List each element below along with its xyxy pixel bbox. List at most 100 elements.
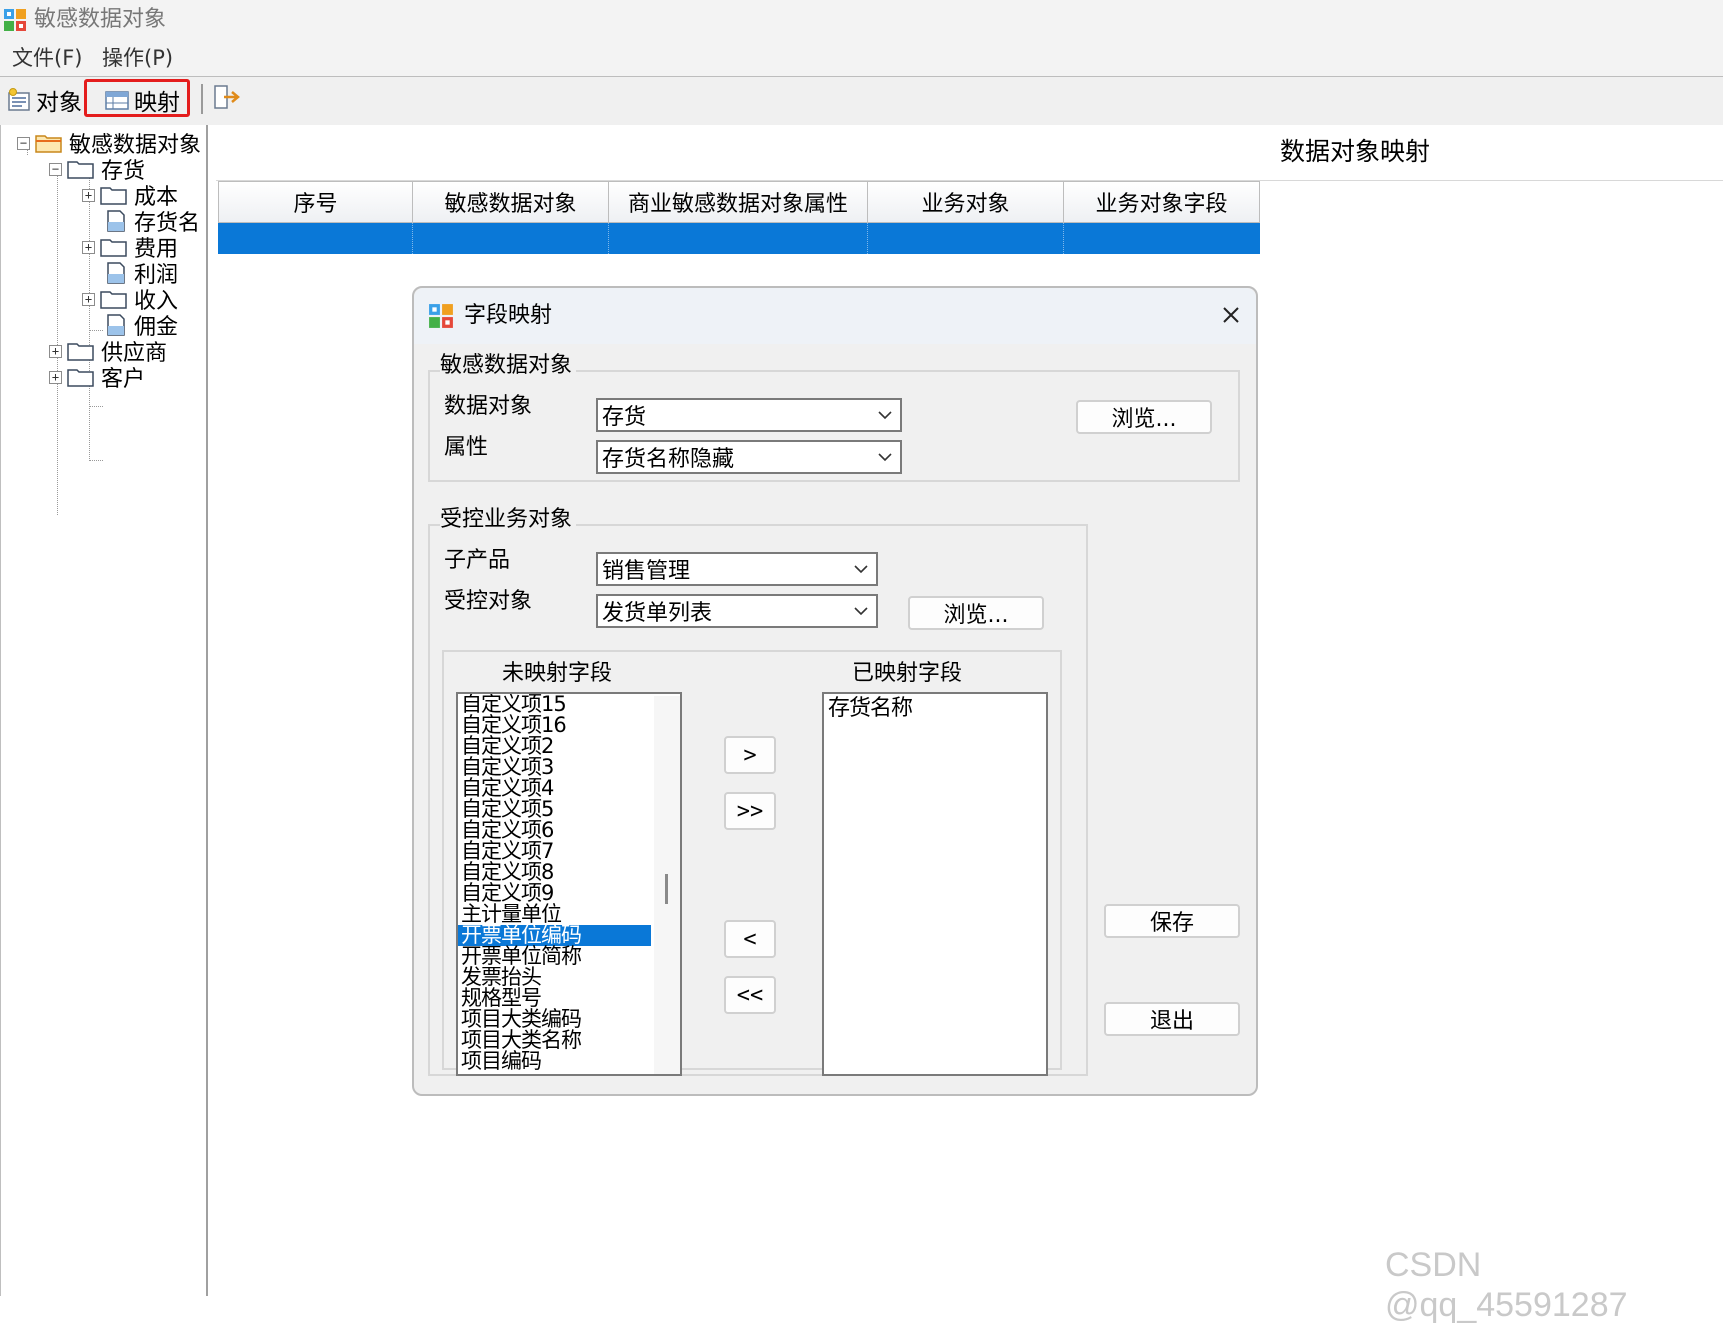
dialog-app-icon — [429, 304, 453, 328]
toolbar-separator — [201, 84, 203, 114]
list-item[interactable]: 发票抬头 — [458, 967, 651, 988]
object-button[interactable]: 对象 — [6, 81, 82, 119]
column-header-object-attribute[interactable]: 商业敏感数据对象属性 — [609, 181, 868, 223]
chevron-down-icon — [854, 607, 868, 616]
list-item[interactable]: 自定义项7 — [458, 841, 651, 862]
move-left-button[interactable]: < — [724, 920, 776, 958]
expand-icon[interactable]: + — [49, 344, 62, 358]
data-object-select[interactable]: 存货 — [596, 398, 902, 432]
table-cell — [868, 223, 1064, 254]
exit-button[interactable]: 退出 — [1104, 1002, 1240, 1036]
controlled-object-label: 受控对象 — [444, 589, 533, 614]
move-right-button[interactable]: > — [724, 736, 776, 774]
column-header-business-field[interactable]: 业务对象字段 — [1064, 181, 1260, 223]
tree-node-customer[interactable]: + 客户 — [49, 363, 146, 392]
table-row[interactable] — [218, 223, 1260, 254]
menu-file[interactable]: 文件(F) — [12, 45, 82, 71]
table-cell — [218, 223, 413, 254]
list-item[interactable]: 项目大类编码 — [458, 1009, 651, 1030]
folder-icon — [67, 343, 94, 361]
chevron-down-icon — [878, 411, 892, 420]
attribute-label: 属性 — [444, 435, 489, 460]
data-object-label: 数据对象 — [444, 394, 533, 419]
field-mapping-dialog: 字段映射 敏感数据对象 数据对象 存货 属性 存货名称隐藏 浏览... 受控业务… — [412, 286, 1258, 1096]
collapse-icon[interactable]: − — [17, 136, 30, 150]
table-cell — [413, 223, 609, 254]
object-list-icon — [8, 88, 30, 111]
document-icon — [107, 314, 125, 336]
controlled-object-group-legend: 受控业务对象 — [440, 506, 577, 534]
browse-controlled-object-button[interactable]: 浏览... — [908, 596, 1044, 630]
list-item[interactable]: 项目编码 — [458, 1051, 651, 1072]
unmapped-fields-list[interactable]: 自定义项15 自定义项16 自定义项2 自定义项3 自定义项4 自定义项5 自定义项6 自定义… — [456, 692, 682, 1076]
folder-icon — [100, 291, 127, 309]
table-cell — [1064, 223, 1260, 254]
column-header-sensitive-object[interactable]: 敏感数据对象 — [413, 181, 609, 223]
move-all-right-button[interactable]: >> — [724, 792, 776, 830]
list-item[interactable]: 开票单位编码 — [458, 925, 651, 946]
expand-icon[interactable]: + — [82, 240, 95, 254]
window-title: 敏感数据对象 — [34, 7, 167, 32]
sub-product-label: 子产品 — [444, 548, 511, 573]
object-button-label: 对象 — [36, 90, 82, 116]
tree-node-customer-label: 客户 — [101, 367, 146, 392]
list-item[interactable]: 自定义项8 — [458, 862, 651, 883]
column-header-index[interactable]: 序号 — [218, 181, 413, 223]
list-item[interactable]: 自定义项2 — [458, 736, 651, 757]
column-header-business-object[interactable]: 业务对象 — [868, 181, 1064, 223]
tree-node-inventory[interactable]: − 存货 — [49, 155, 145, 184]
list-item[interactable]: 自定义项4 — [458, 778, 651, 799]
list-item[interactable]: 项目大类名称 — [458, 1030, 651, 1051]
controlled-object-select[interactable]: 发货单列表 — [596, 594, 878, 628]
watermark: CSDN @qq_45591287 — [1385, 1246, 1628, 1324]
toolbar — [0, 77, 1723, 125]
sub-product-select[interactable]: 销售管理 — [596, 552, 878, 586]
chevron-down-icon — [878, 453, 892, 462]
mapped-fields-list[interactable]: 存货名称 — [822, 692, 1048, 1076]
collapse-icon[interactable]: − — [49, 162, 62, 176]
expand-icon[interactable]: + — [82, 292, 95, 306]
list-item[interactable]: 自定义项5 — [458, 799, 651, 820]
browse-data-object-button[interactable]: 浏览... — [1076, 400, 1212, 434]
move-all-left-button[interactable]: << — [724, 976, 776, 1014]
menu-bar — [0, 40, 1723, 77]
dialog-title: 字段映射 — [464, 303, 553, 328]
expand-icon[interactable]: + — [49, 370, 62, 384]
list-item[interactable]: 规格型号 — [458, 988, 651, 1009]
mapping-table-icon — [105, 91, 129, 110]
app-icon — [4, 9, 26, 31]
save-button[interactable]: 保存 — [1104, 904, 1240, 938]
open-folder-icon — [35, 135, 62, 153]
list-item[interactable]: 自定义项9 — [458, 883, 651, 904]
list-item[interactable]: 存货名称 — [824, 696, 1046, 722]
mapping-button-label: 映射 — [134, 90, 180, 116]
data-object-value: 存货 — [602, 405, 647, 430]
document-icon — [107, 210, 125, 232]
close-icon[interactable] — [1218, 302, 1244, 328]
mapping-button[interactable]: 映射 — [104, 81, 180, 119]
folder-icon — [100, 239, 127, 257]
sensitive-object-group-legend: 敏感数据对象 — [440, 352, 577, 380]
expand-icon[interactable]: + — [82, 188, 95, 202]
list-item[interactable]: 自定义项6 — [458, 820, 651, 841]
attribute-value: 存货名称隐藏 — [602, 447, 735, 472]
attribute-select[interactable]: 存货名称隐藏 — [596, 440, 902, 474]
folder-icon — [67, 161, 94, 179]
scrollbar[interactable] — [654, 696, 680, 1074]
menu-operation[interactable]: 操作(P) — [102, 45, 173, 71]
chevron-down-icon — [854, 565, 868, 574]
document-icon — [107, 262, 125, 284]
controlled-object-value: 发货单列表 — [602, 601, 713, 626]
list-item[interactable]: 自定义项16 — [458, 715, 651, 736]
sub-product-value: 销售管理 — [602, 559, 691, 584]
list-item[interactable]: 自定义项15 — [458, 694, 651, 715]
scrollbar-thumb[interactable] — [665, 874, 668, 904]
tree-panel: − 敏感数据对象 − 存货 + 成本 存货名 + 费用 利润 + 收入 佣金 +… — [0, 125, 208, 1296]
unmapped-fields-header: 未映射字段 — [502, 661, 613, 686]
exit-icon[interactable] — [212, 84, 242, 112]
list-item[interactable]: 自定义项3 — [458, 757, 651, 778]
list-item[interactable]: 主计量单位 — [458, 904, 651, 925]
mapped-items: 存货名称 — [824, 694, 1046, 722]
list-item[interactable]: 开票单位简称 — [458, 946, 651, 967]
page-title: 数据对象映射 — [1280, 137, 1431, 166]
